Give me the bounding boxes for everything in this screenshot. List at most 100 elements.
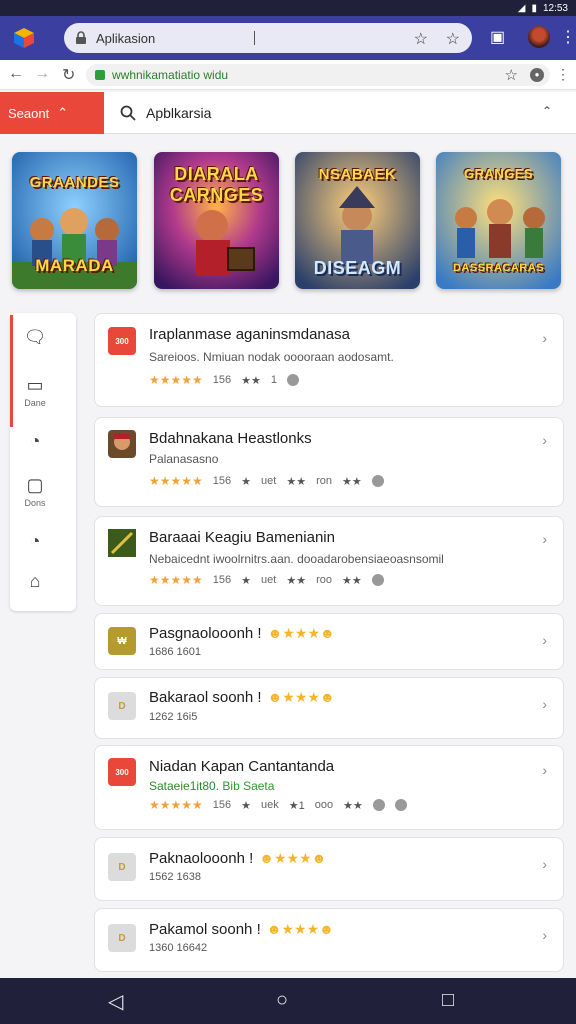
- list-item[interactable]: Baraaai Keagiu Bamenianin Nebaicednt iwo…: [94, 516, 564, 606]
- rail-item-clock[interactable]: ◔: [10, 431, 76, 452]
- app-icon: [108, 529, 136, 557]
- app-meta-value: ooo: [314, 799, 334, 811]
- app-meta: ★★★★★ 156 ★★ 1: [149, 373, 300, 387]
- star-icon[interactable]: ☆: [505, 66, 518, 84]
- list-item[interactable]: 300 Niadan Kapan Cantantanda Sataeie1it8…: [94, 745, 564, 830]
- app-description: Sataeie1it80. Bib Saeta: [149, 779, 274, 793]
- search-input[interactable]: Apblkarsia ⌃: [106, 92, 576, 134]
- list-item[interactable]: ₩ Pasgnaolooonh ! ☻★★★☻ 1686 1601 ›: [94, 613, 564, 670]
- forward-icon[interactable]: →: [34, 65, 50, 83]
- app-icon: D: [108, 853, 136, 881]
- game-title: NSABAEK: [318, 166, 397, 183]
- rail-item-clock-2[interactable]: ◔: [10, 531, 76, 552]
- status-clock: 12:53: [542, 2, 568, 14]
- recents-nav-icon[interactable]: □: [442, 989, 454, 1012]
- home-nav-icon[interactable]: ○: [276, 989, 288, 1012]
- rating-stars: ★★★★★: [149, 573, 203, 587]
- chat-icon: 🗨: [23, 327, 47, 347]
- extension-icon[interactable]: ●: [530, 68, 544, 82]
- app-title: Pasgnaolooonh ! ☻★★★☻: [149, 625, 335, 642]
- app-title: Paknaolooonh ! ☻★★★☻: [149, 850, 326, 867]
- info-icon: [371, 475, 384, 487]
- chevron-right-icon: ›: [542, 632, 547, 648]
- rating-count: 156: [212, 374, 232, 386]
- wifi-icon: ◢: [517, 2, 526, 14]
- app-meta: ★★★★★ 156 ★ uek ★1 ooo ★★: [149, 798, 407, 812]
- featured-game-card[interactable]: NSABAEK DISEAGM: [295, 152, 420, 289]
- rail-item-chat[interactable]: 🗨: [10, 327, 76, 348]
- featured-game-card[interactable]: GRAANDES MARADA: [12, 152, 137, 289]
- back-icon[interactable]: ←: [8, 65, 24, 83]
- featured-game-card[interactable]: GRANGES DASSRACARAS: [436, 152, 561, 289]
- game-subtitle: MARADA: [35, 256, 114, 275]
- rating-stars: ☻★★★☻: [267, 689, 335, 705]
- rating-stars: ★★★★★: [149, 373, 203, 387]
- more-vert-icon[interactable]: ⋮: [556, 66, 570, 83]
- app-meta-value: roo: [316, 574, 332, 586]
- app-title-text: Pasgnaolooonh !: [149, 625, 262, 642]
- list-item[interactable]: 300 Iraplanmase aganinsmdanasa Sareioos.…: [94, 313, 564, 407]
- list-item[interactable]: D Paknaolooonh ! ☻★★★☻ 1562 1638 ›: [94, 837, 564, 901]
- app-meta-value: ron: [316, 475, 332, 487]
- rating-count: 156: [212, 799, 232, 811]
- chevron-right-icon: ›: [542, 696, 547, 712]
- category-label: Seaont: [8, 105, 50, 121]
- chevron-right-icon: ›: [542, 856, 547, 872]
- chevron-up-icon: ⌃: [57, 105, 69, 120]
- rating-stars: ☻★★★☻: [267, 625, 335, 641]
- star-icon: ★★: [341, 574, 362, 587]
- text-cursor: [254, 31, 255, 45]
- featured-carousel: GRAANDES MARADA DIARALA CARNGES NSABAEK …: [0, 150, 576, 292]
- browser-top-bar: Aplikasion ☆ ☆ ▣ ⋮: [0, 16, 576, 60]
- bookmark-icon[interactable]: ☆: [446, 29, 460, 49]
- lock-icon: [76, 31, 86, 44]
- game-title: DIARALA CARNGES: [169, 164, 264, 205]
- category-button[interactable]: Seaont ⌃: [0, 92, 104, 134]
- app-meta-value: 1: [270, 374, 278, 386]
- window-icon[interactable]: ▣: [490, 27, 505, 47]
- back-nav-icon[interactable]: ◁: [108, 989, 123, 1014]
- rating-count: 156: [212, 475, 232, 487]
- list-item[interactable]: D Bakaraol soonh ! ☻★★★☻ 1262 16i5 ›: [94, 677, 564, 739]
- app-title: Pakamol soonh ! ☻★★★☻: [149, 921, 334, 938]
- chevron-right-icon: ›: [542, 330, 547, 346]
- chevron-up-icon[interactable]: ⌃: [542, 104, 552, 118]
- search-icon: [120, 105, 136, 121]
- browser-tab[interactable]: Aplikasion ☆ ☆: [64, 23, 472, 53]
- app-title: Bakaraol soonh ! ☻★★★☻: [149, 689, 335, 706]
- app-title: Baraaai Keagiu Bamenianin: [149, 529, 335, 546]
- app-title: Niadan Kapan Cantantanda: [149, 758, 335, 775]
- star-icon: ★★: [286, 475, 307, 488]
- side-rail: 🗨 ▭ Dane ◔ ▢ Dons ◔ ⌂: [10, 313, 76, 611]
- game-subtitle: DASSRACARAS: [452, 262, 545, 274]
- app-logo-icon[interactable]: [12, 26, 36, 50]
- rail-item-tag[interactable]: ⌂: [10, 571, 76, 592]
- star-icon: ★★: [241, 374, 261, 387]
- avatar[interactable]: [528, 26, 550, 48]
- app-icon: D: [108, 924, 136, 952]
- list-item[interactable]: Bdahnakana Heastlonks Palanasasno ★★★★★ …: [94, 417, 564, 507]
- rail-label: Dons: [24, 498, 46, 508]
- rail-item-grid[interactable]: ▭ Dane: [10, 375, 76, 408]
- info-icon: [287, 374, 300, 386]
- list-item[interactable]: D Pakamol soonh ! ☻★★★☻ 1360 16642 ›: [94, 908, 564, 972]
- rail-item-chat-2[interactable]: ▢ Dons: [10, 475, 76, 508]
- app-subtitle: 1262 16i5: [149, 711, 198, 723]
- info-icon: [371, 574, 384, 586]
- rating-stars: ★★★★★: [149, 474, 203, 488]
- url-field[interactable]: wwhnikamatiatio widu ☆ ●: [86, 64, 550, 86]
- star-icon: ★★: [286, 574, 307, 587]
- game-title: GRAANDES: [29, 174, 120, 191]
- more-vert-icon[interactable]: ⋮: [560, 27, 576, 47]
- search-row: Seaont ⌃ Apblkarsia ⌃: [0, 92, 576, 134]
- app-icon-art: [114, 434, 130, 450]
- rating-stars: ☻★★★☻: [266, 921, 334, 937]
- app-icon: [108, 430, 136, 458]
- star-icon[interactable]: ☆: [414, 29, 428, 49]
- app-description: Nebaicednt iwoolrnitrs.aan. dooadarobens…: [149, 552, 444, 566]
- reload-icon[interactable]: ↻: [62, 65, 75, 85]
- featured-game-card[interactable]: DIARALA CARNGES: [154, 152, 279, 289]
- chevron-right-icon: ›: [542, 531, 547, 547]
- app-meta: ★★★★★ 156 ★ uet ★★ ron ★★: [149, 474, 384, 488]
- game-title: GRANGES: [463, 166, 534, 181]
